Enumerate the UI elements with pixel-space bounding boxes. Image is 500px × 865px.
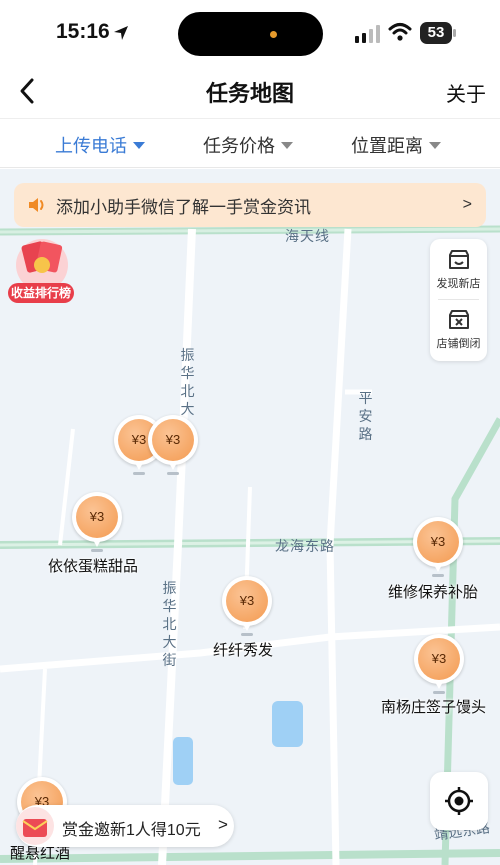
task-map[interactable]: 添加小助手微信了解一手赏金资讯 > 收益排行榜 发现新店 店铺倒闭 海天线 振华… [0, 169, 500, 865]
tool-label: 发现新店 [436, 278, 481, 290]
filter-label: 位置距离 [351, 136, 423, 156]
invite-reward-bar[interactable]: 赏金邀新1人得10元 > [16, 805, 234, 847]
pin-price: ¥3 [76, 496, 118, 538]
tool-label: 店铺倒闭 [436, 338, 481, 350]
pin-price: ¥3 [226, 580, 268, 622]
location-arrow-icon [114, 26, 128, 40]
nav-header: 任务地图 关于 [0, 66, 500, 118]
road-label-longhai: 龙海东路 [275, 538, 335, 554]
pin-price: ¥3 [152, 419, 194, 461]
task-pin[interactable]: ¥3 [413, 517, 463, 579]
about-link[interactable]: 关于 [446, 78, 486, 107]
filter-label: 上传电话 [55, 136, 127, 156]
poi-label-cake[interactable]: 依依蛋糕甜品 [48, 555, 138, 576]
privacy-dot-icon [270, 31, 277, 38]
earnings-ranking-label[interactable]: 收益排行榜 [8, 283, 74, 303]
store-closed-button[interactable]: 店铺倒闭 [430, 309, 487, 351]
task-pin[interactable]: ¥3 [72, 492, 122, 554]
filter-task-price[interactable]: 任务价格 [203, 132, 293, 158]
wifi-icon [388, 23, 412, 41]
task-pin[interactable]: ¥3 [148, 415, 198, 477]
discover-new-store-button[interactable]: 发现新店 [430, 249, 487, 291]
filter-distance[interactable]: 位置距离 [351, 132, 441, 158]
filter-label: 任务价格 [203, 136, 275, 156]
caret-down-icon [133, 141, 145, 149]
filter-bar: 上传电话 任务价格 位置距离 [0, 118, 500, 168]
divider [438, 299, 479, 300]
wechat-notice-banner[interactable]: 添加小助手微信了解一手赏金资讯 > [14, 183, 486, 227]
poi-label-mantou[interactable]: 南杨庄签子馒头 [381, 696, 486, 717]
page-title: 任务地图 [205, 81, 294, 106]
status-time: 15:16 [56, 20, 110, 43]
speaker-icon [29, 198, 44, 212]
locate-button[interactable] [430, 772, 488, 830]
caret-down-icon [281, 141, 293, 149]
road-label-pingan: 平安路 [358, 390, 374, 442]
invite-text: 赏金邀新1人得10元 [62, 822, 201, 839]
battery-icon: 53 [420, 22, 456, 44]
battery-level: 53 [420, 22, 452, 44]
filter-upload-phone[interactable]: 上传电话 [55, 132, 145, 158]
chevron-right-icon: > [218, 815, 228, 834]
caret-down-icon [429, 141, 441, 149]
chevron-right-icon: > [462, 196, 472, 213]
pin-price: ¥3 [418, 638, 460, 680]
task-pin[interactable]: ¥3 [414, 634, 464, 696]
store-closed-icon [448, 310, 469, 329]
status-bar: 15:16 53 [0, 0, 500, 66]
store-icon [448, 250, 469, 269]
road-label-zhenhua-bottom: 振华北大街 [162, 580, 178, 668]
gift-envelope-icon [16, 807, 54, 845]
crosshair-icon [445, 787, 473, 815]
dynamic-island [178, 12, 323, 56]
map-side-tools: 发现新店 店铺倒闭 [430, 239, 487, 361]
notice-text: 添加小助手微信了解一手赏金资讯 [56, 197, 311, 217]
poi-label-hair[interactable]: 纤纤秀发 [213, 639, 273, 660]
road-label-zhenhua-top: 振华北大 [180, 347, 196, 417]
task-pin[interactable]: ¥3 [222, 576, 272, 638]
cellular-signal-icon [355, 25, 380, 43]
pin-price: ¥3 [417, 521, 459, 563]
poi-label-repair[interactable]: 维修保养补胎 [388, 581, 478, 602]
road-label-haitian: 海天线 [285, 228, 330, 244]
